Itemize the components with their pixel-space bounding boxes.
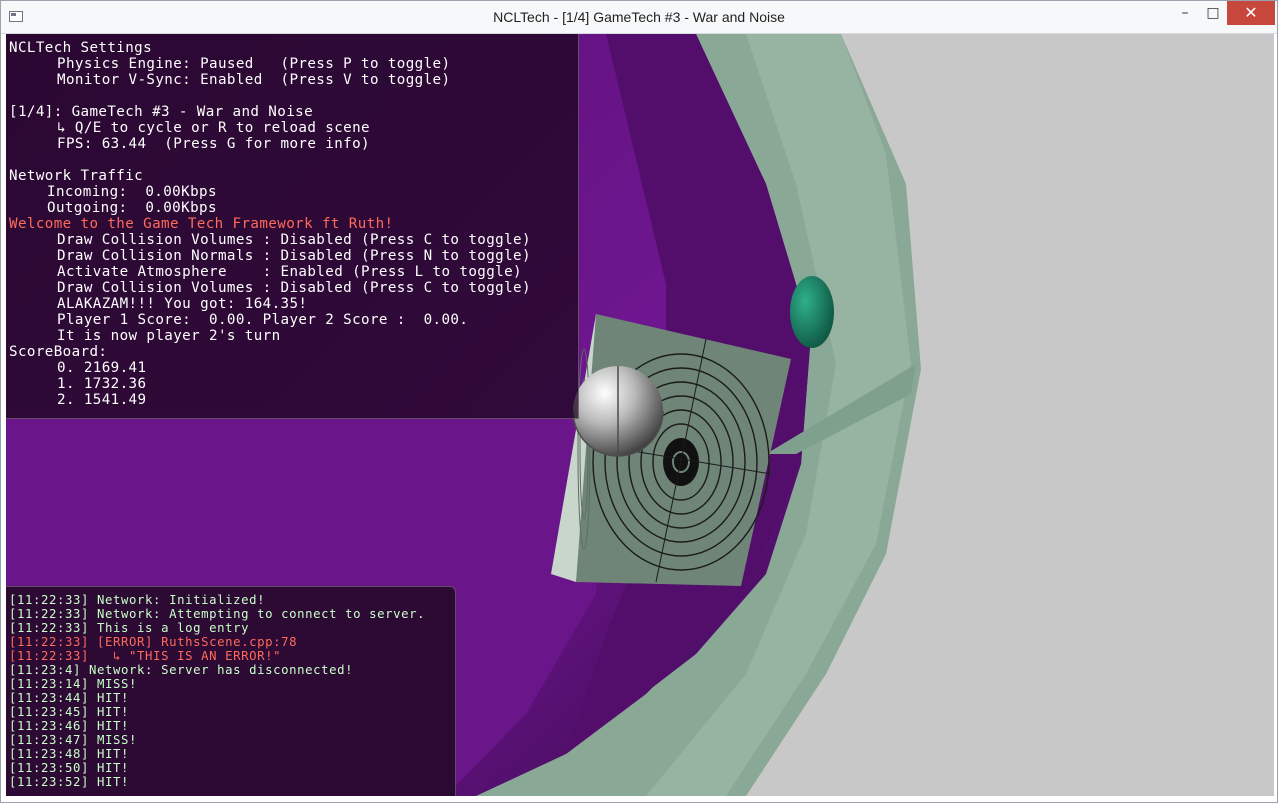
collision-volumes-status-2: Draw Collision Volumes : Disabled (Press… [57, 280, 531, 296]
network-header: Network Traffic [9, 168, 144, 184]
player-scores: Player 1 Score: 0.00. Player 2 Score : 0… [57, 312, 469, 328]
log-entry: [11:23:4] Network: Server has disconnect… [9, 663, 354, 677]
log-entry: [11:23:45] HIT! [9, 705, 130, 719]
log-entry: [11:23:14] MISS! [9, 677, 138, 691]
settings-overlay: NCLTech Settings Physics Engine: Paused … [6, 34, 579, 419]
log-entry: [11:22:33] Network: Initialized! [9, 593, 266, 607]
log-entry: [11:23:48] HIT! [9, 747, 130, 761]
outgoing-traffic: Outgoing: 0.00Kbps [47, 200, 217, 216]
scoreboard-entry: 1. 1732.36 [57, 376, 147, 392]
vsync-status: Monitor V-Sync: Enabled (Press V to togg… [57, 72, 451, 88]
scene-hint: ↳ Q/E to cycle or R to reload scene [57, 120, 370, 136]
minimize-button[interactable]: – [1171, 1, 1199, 25]
collision-volumes-status: Draw Collision Volumes : Disabled (Press… [57, 232, 531, 248]
close-button[interactable]: ✕ [1227, 1, 1275, 25]
scene-title: [1/4]: GameTech #3 - War and Noise [9, 104, 314, 120]
log-entry: [11:23:44] HIT! [9, 691, 130, 705]
fps-readout: FPS: 63.44 (Press G for more info) [57, 136, 370, 152]
log-console[interactable]: [11:22:33] Network: Initialized! [11:22:… [6, 586, 456, 796]
log-entry: [11:23:46] HIT! [9, 719, 130, 733]
log-entry: [11:23:50] HIT! [9, 761, 130, 775]
maximize-button[interactable]: □ [1199, 1, 1227, 25]
log-entry-error: [11:22:33] [ERROR] RuthsScene.cpp:78 [9, 635, 298, 649]
incoming-traffic: Incoming: 0.00Kbps [47, 184, 217, 200]
app-window: NCLTech - [1/4] GameTech #3 - War and No… [0, 0, 1278, 803]
log-entry-error: [11:22:33] ↳ "THIS IS AN ERROR!" [9, 649, 282, 663]
settings-header: NCLTech Settings [9, 40, 153, 56]
welcome-message: Welcome to the Game Tech Framework ft Ru… [9, 216, 394, 232]
collision-normals-status: Draw Collision Normals : Disabled (Press… [57, 248, 531, 264]
atmosphere-status: Activate Atmosphere : Enabled (Press L t… [57, 264, 522, 280]
log-entry: [11:22:33] Network: Attempting to connec… [9, 607, 426, 621]
title-bar[interactable]: NCLTech - [1/4] GameTech #3 - War and No… [1, 1, 1277, 34]
log-entry: [11:22:33] This is a log entry [9, 621, 250, 635]
scoreboard-entry: 2. 1541.49 [57, 392, 147, 408]
log-entry: [11:23:47] MISS! [9, 733, 138, 747]
game-viewport[interactable]: NCLTech Settings Physics Engine: Paused … [6, 34, 1274, 796]
window-title: NCLTech - [1/4] GameTech #3 - War and No… [493, 9, 785, 25]
physics-engine-status: Physics Engine: Paused (Press P to toggl… [57, 56, 451, 72]
scoreboard-header: ScoreBoard: [9, 344, 108, 360]
alakazam-message: ALAKAZAM!!! You got: 164.35! [57, 296, 308, 312]
green-ball [790, 276, 834, 348]
log-entry: [11:23:52] HIT! [9, 775, 130, 789]
scoreboard-entry: 0. 2169.41 [57, 360, 147, 376]
turn-indicator: It is now player 2's turn [57, 328, 281, 344]
